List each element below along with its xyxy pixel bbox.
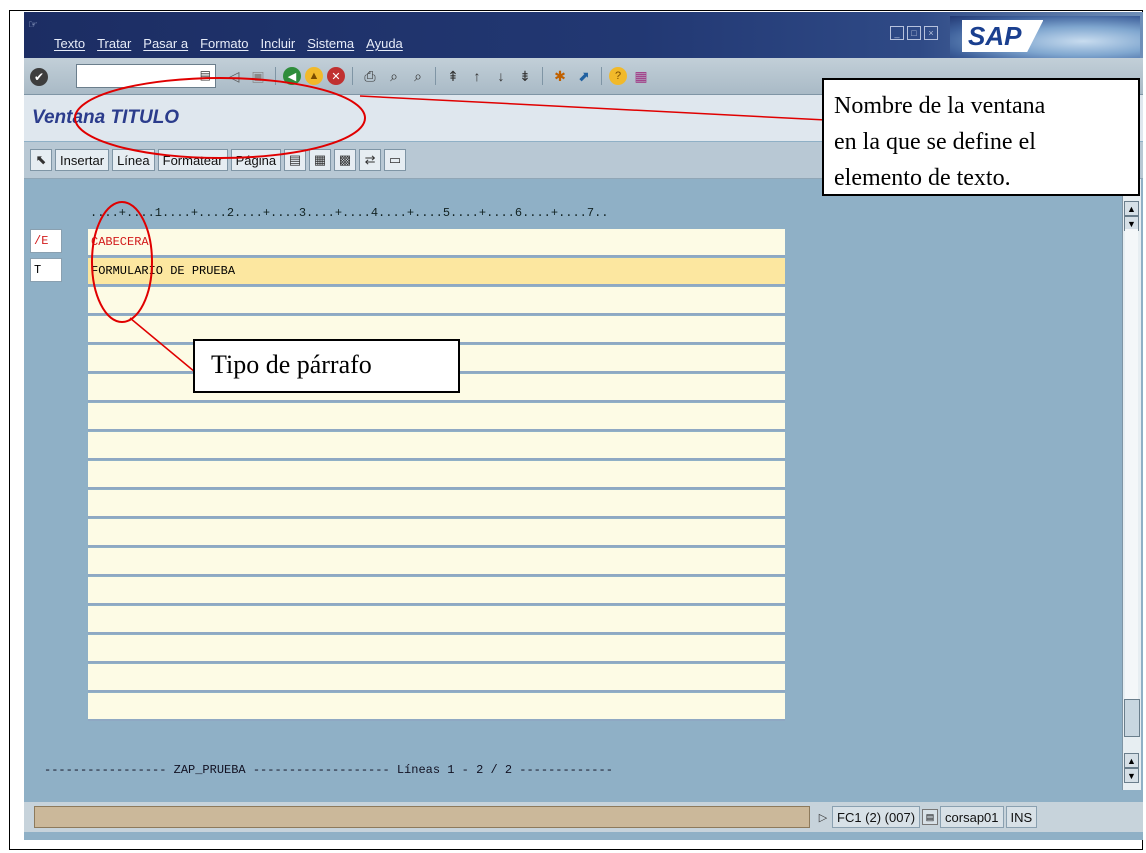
separator bbox=[435, 67, 436, 85]
command-field[interactable]: ▤ bbox=[76, 64, 216, 88]
command-history-icon[interactable]: ▤ bbox=[200, 68, 211, 82]
text-line[interactable]: FORMULARIO DE PRUEBA bbox=[88, 258, 785, 286]
separator bbox=[542, 67, 543, 85]
window-name-callout: Nombre de la ventana en la que se define… bbox=[822, 78, 1140, 196]
back-triangle-icon[interactable]: ◁ bbox=[224, 66, 244, 86]
separator bbox=[352, 67, 353, 85]
scroll-up-icon[interactable]: ▲ bbox=[1124, 753, 1139, 768]
server-name: corsap01 bbox=[940, 806, 1004, 828]
enter-icon[interactable]: ✔ bbox=[30, 68, 48, 86]
menu-bar: ☞ Texto Tratar Pasar a Formato Incluir S… bbox=[24, 12, 1143, 58]
close-icon[interactable]: × bbox=[924, 26, 938, 40]
text-line[interactable] bbox=[88, 635, 785, 663]
window-callout-line: en la que se define el bbox=[834, 129, 1036, 155]
vertical-scrollbar[interactable]: ▲ ▼ ▲ ▼ bbox=[1122, 179, 1141, 790]
text-line[interactable] bbox=[88, 461, 785, 489]
scroll-track[interactable] bbox=[1125, 229, 1138, 729]
menu-texto[interactable]: Texto bbox=[54, 36, 85, 51]
help-icon[interactable]: ? bbox=[609, 67, 627, 85]
status-cells: ▷ FC1 (2) (007) ▤ corsap01 INS bbox=[816, 806, 1038, 828]
scroll-thumb[interactable] bbox=[1124, 699, 1140, 737]
transfer-icon[interactable]: ⇄ bbox=[359, 149, 382, 171]
menu-ayuda[interactable]: Ayuda bbox=[366, 36, 403, 51]
find-next-icon[interactable]: ⌕ bbox=[408, 66, 428, 86]
status-toggle-icon[interactable]: ▷ bbox=[816, 811, 830, 824]
last-page-icon[interactable]: ⇟ bbox=[515, 66, 535, 86]
editor-footer: ----------------- ZAP_PRUEBA -----------… bbox=[44, 763, 613, 777]
separator bbox=[601, 67, 602, 85]
sap-logo: SAP bbox=[950, 16, 1140, 58]
text-line[interactable]: CABECERA bbox=[88, 229, 785, 257]
text-line[interactable] bbox=[88, 606, 785, 634]
layout-icon[interactable]: ▦ bbox=[631, 66, 651, 86]
text-line[interactable] bbox=[88, 693, 785, 721]
grid-icon[interactable]: ▦ bbox=[309, 149, 332, 171]
page-title: Ventana TITULO bbox=[32, 107, 180, 128]
scroll-up-top-icon[interactable]: ▲ bbox=[1124, 201, 1139, 216]
ruler: ....+....1....+....2....+....3....+....4… bbox=[90, 206, 609, 220]
sap-logo-text: SAP bbox=[962, 20, 1044, 52]
text-line[interactable] bbox=[88, 287, 785, 315]
minimize-icon[interactable]: _ bbox=[890, 26, 904, 40]
formatear-button[interactable]: Formatear bbox=[157, 149, 228, 171]
text-editor: ....+....1....+....2....+....3....+....4… bbox=[24, 179, 1122, 790]
select-icon[interactable]: ⬉ bbox=[30, 149, 52, 171]
first-page-icon[interactable]: ⇞ bbox=[443, 66, 463, 86]
clipboard-icon[interactable]: ▤ bbox=[284, 149, 307, 171]
save-icon[interactable]: ▣ bbox=[248, 66, 268, 86]
paragraph-type-callout: Tipo de párrafo bbox=[193, 339, 460, 393]
session-list-icon[interactable]: ▤ bbox=[922, 809, 939, 825]
menu-incluir[interactable]: Incluir bbox=[261, 36, 296, 51]
text-line[interactable] bbox=[88, 490, 785, 518]
menu-sistema[interactable]: Sistema bbox=[307, 36, 354, 51]
session-info: FC1 (2) (007) bbox=[832, 806, 921, 828]
application-toolbar-row: ⬉ Insertar Línea Formatear Página ▤ ▦ ▩ … bbox=[30, 149, 407, 171]
shortcut-icon[interactable]: ⬈ bbox=[574, 66, 594, 86]
window-callout-line: elemento de texto. bbox=[834, 165, 1011, 191]
pagina-button[interactable]: Página bbox=[230, 149, 282, 171]
toolbar-icons: ◁ ▣ ◀ ▲ ✕ ⎙ ⌕ ⌕ ⇞ ↑ ↓ ⇟ ✱ ⬈ ? ▦ bbox=[224, 66, 651, 86]
text-line[interactable] bbox=[88, 548, 785, 576]
text-line[interactable] bbox=[88, 403, 785, 431]
paragraph-type-field[interactable]: /E bbox=[30, 229, 62, 253]
cancel-icon[interactable]: ✕ bbox=[327, 67, 345, 85]
text-line[interactable] bbox=[88, 664, 785, 692]
paragraph-type-field[interactable]: T bbox=[30, 258, 62, 282]
window-callout-line: Nombre de la ventana bbox=[834, 93, 1046, 119]
text-line[interactable] bbox=[88, 519, 785, 547]
status-message-area bbox=[34, 806, 810, 828]
exit-icon[interactable]: ▲ bbox=[305, 67, 323, 85]
separator bbox=[275, 67, 276, 85]
text-line[interactable] bbox=[88, 432, 785, 460]
window-menu-icon[interactable]: ☞ bbox=[28, 18, 38, 31]
prev-page-icon[interactable]: ↑ bbox=[467, 66, 487, 86]
menu-formato[interactable]: Formato bbox=[200, 36, 248, 51]
find-icon[interactable]: ⌕ bbox=[384, 66, 404, 86]
menu-tratar[interactable]: Tratar bbox=[97, 36, 131, 51]
menu-pasar-a[interactable]: Pasar a bbox=[143, 36, 188, 51]
table-icon[interactable]: ▩ bbox=[334, 149, 357, 171]
new-session-icon[interactable]: ✱ bbox=[550, 66, 570, 86]
linea-button[interactable]: Línea bbox=[112, 149, 155, 171]
maximize-icon[interactable]: □ bbox=[907, 26, 921, 40]
status-bar: ▷ FC1 (2) (007) ▤ corsap01 INS bbox=[24, 802, 1143, 832]
print-icon[interactable]: ⎙ bbox=[360, 66, 380, 86]
insert-mode[interactable]: INS bbox=[1005, 806, 1038, 828]
scroll-down-icon[interactable]: ▼ bbox=[1124, 768, 1139, 783]
comment-icon[interactable]: ▭ bbox=[384, 149, 407, 171]
insertar-button[interactable]: Insertar bbox=[55, 149, 110, 171]
next-page-icon[interactable]: ↓ bbox=[491, 66, 511, 86]
back-icon[interactable]: ◀ bbox=[283, 67, 301, 85]
menu-items: Texto Tratar Pasar a Formato Incluir Sis… bbox=[54, 36, 403, 51]
window-controls: _ □ × bbox=[890, 26, 938, 40]
text-line[interactable] bbox=[88, 577, 785, 605]
